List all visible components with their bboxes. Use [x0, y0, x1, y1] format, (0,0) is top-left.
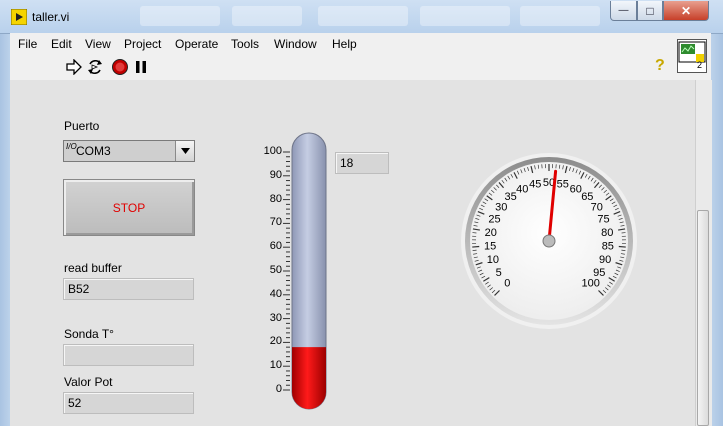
window-frame-left	[0, 33, 10, 426]
minimize-icon: —	[618, 5, 629, 16]
menu-bar: File Edit View Project Operate Tools Win…	[10, 33, 711, 55]
close-icon: ✕	[680, 3, 692, 18]
menu-view[interactable]: View	[85, 37, 111, 51]
thermometer-fill-level	[292, 347, 326, 409]
thermometer-tick-label: 60	[269, 240, 282, 253]
puerto-value: COM3	[76, 144, 111, 158]
thermometer-tick-label: 0	[275, 383, 282, 395]
thermometer-tick-label: 40	[269, 287, 282, 300]
sonda-indicator	[63, 344, 194, 366]
stop-button[interactable]: STOP	[63, 179, 195, 236]
stop-button-label: STOP	[112, 200, 146, 215]
thermometer-tick-label: 20	[269, 335, 282, 348]
gauge-pivot	[542, 234, 556, 248]
gauge-tick-label: 85	[602, 241, 614, 253]
gauge-tick-label: 0	[504, 278, 510, 290]
menu-project[interactable]: Project	[124, 37, 161, 51]
gauge-tick-label: 15	[484, 241, 496, 253]
labview-app-icon	[11, 9, 27, 25]
gauge-tick-label: 80	[601, 227, 613, 239]
read-buffer-label: read buffer	[64, 261, 122, 275]
gauge-tick-label: 40	[516, 183, 528, 195]
gauge-minor-tick	[472, 249, 477, 251]
valor-pot-label: Valor Pot	[64, 375, 113, 389]
scrollbar-thumb[interactable]	[697, 210, 709, 426]
thermometer-tick-label: 50	[269, 264, 282, 276]
thermometer-tick-label: 10	[269, 359, 282, 372]
thermometer-ticks	[283, 151, 290, 391]
menu-window[interactable]: Window	[274, 37, 317, 51]
vi-icon-number: 2	[697, 60, 703, 70]
window-title: taller.vi	[32, 10, 70, 24]
maximize-icon: □	[646, 3, 654, 18]
menu-help[interactable]: Help	[332, 37, 357, 51]
maximize-button[interactable]: □	[637, 1, 663, 21]
menu-edit[interactable]: Edit	[51, 37, 72, 51]
gauge-minor-tick	[621, 249, 626, 251]
thermometer-tick-label: 100	[263, 145, 282, 157]
read-buffer-indicator: B52	[63, 278, 194, 300]
gauge-tick-label: 45	[529, 179, 541, 191]
menu-operate[interactable]: Operate	[175, 37, 218, 51]
gauge-tick-label: 90	[599, 254, 611, 266]
run-continuously-icon[interactable]	[86, 58, 104, 76]
gauge-tick-label: 75	[597, 213, 609, 225]
gauge-tick-label: 35	[505, 191, 517, 203]
abort-icon[interactable]	[111, 58, 129, 76]
gauge-tick-label: 60	[570, 183, 582, 195]
gauge-tick-label: 5	[496, 267, 502, 279]
window-frame-right	[711, 33, 723, 426]
sonda-label: Sonda T°	[64, 327, 114, 341]
run-arrow-icon[interactable]	[65, 59, 83, 75]
gauge-tick-label: 20	[485, 227, 497, 239]
gauge-major-tick	[618, 245, 626, 248]
gauge-tick-label: 55	[557, 179, 569, 191]
chevron-down-icon	[180, 148, 190, 154]
pause-icon[interactable]	[134, 60, 148, 74]
valor-pot-indicator: 52	[63, 392, 194, 414]
minimize-button[interactable]: —	[610, 1, 637, 21]
thermometer-tick-label: 80	[269, 192, 282, 205]
context-help-icon[interactable]: ?	[655, 57, 665, 75]
gauge-tick-label: 100	[582, 278, 600, 290]
puerto-dropdown-button[interactable]	[175, 141, 194, 161]
vi-icon[interactable]: 2	[677, 39, 707, 73]
thermometer	[283, 132, 327, 410]
menu-file[interactable]: File	[18, 37, 37, 51]
thermometer-tick-label: 90	[269, 168, 282, 181]
gauge-major-tick	[472, 245, 480, 248]
thermometer-tick-label: 70	[269, 216, 282, 229]
thermometer-tick-label: 30	[269, 311, 282, 324]
close-button[interactable]: ✕	[663, 1, 709, 21]
puerto-label: Puerto	[64, 119, 100, 133]
gauge-tick-label: 25	[488, 213, 500, 225]
menu-tools[interactable]: Tools	[231, 37, 259, 51]
gauge-tick-label: 70	[591, 201, 603, 213]
gauge-tick-label: 10	[487, 254, 499, 266]
thermometer-digital-display: 18	[335, 152, 389, 174]
gauge: 0510152025303540 45 50 55 606570758085909510…	[461, 153, 637, 329]
